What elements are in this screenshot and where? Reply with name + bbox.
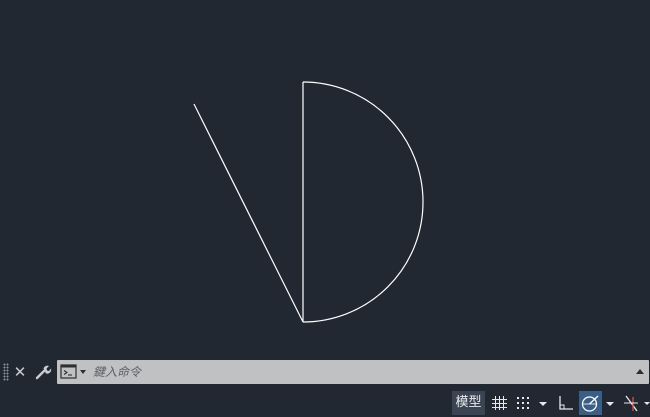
close-icon[interactable]: ✕ (11, 362, 29, 382)
command-line-bar: ✕ (0, 359, 650, 385)
command-input[interactable] (93, 362, 623, 382)
drag-grip-icon[interactable] (3, 363, 9, 381)
diagonal-line[interactable] (193, 103, 304, 323)
drawing-svg (193, 81, 424, 323)
command-box (57, 360, 649, 384)
model-tab[interactable]: 模型 (452, 391, 485, 415)
isometric-icon[interactable] (620, 391, 642, 415)
snap-mode-dropdown-icon[interactable] (536, 391, 550, 415)
grid-icon[interactable] (488, 391, 510, 415)
ortho-icon[interactable] (555, 391, 577, 415)
chevron-up-icon[interactable] (634, 364, 646, 380)
command-prompt-icon[interactable] (60, 363, 90, 381)
drawing-canvas[interactable] (0, 0, 650, 358)
wrench-icon[interactable] (33, 362, 53, 382)
polar-dropdown-icon[interactable] (603, 391, 617, 415)
snap-icon[interactable] (512, 391, 534, 415)
polar-tracking-icon[interactable] (579, 391, 602, 415)
status-bar: 模型 (0, 389, 650, 417)
cad-application: ✕ 鍵入命令 模型 (0, 0, 650, 417)
semicircle-arc[interactable] (302, 81, 424, 323)
overflow-dropdown-icon[interactable] (643, 391, 650, 415)
